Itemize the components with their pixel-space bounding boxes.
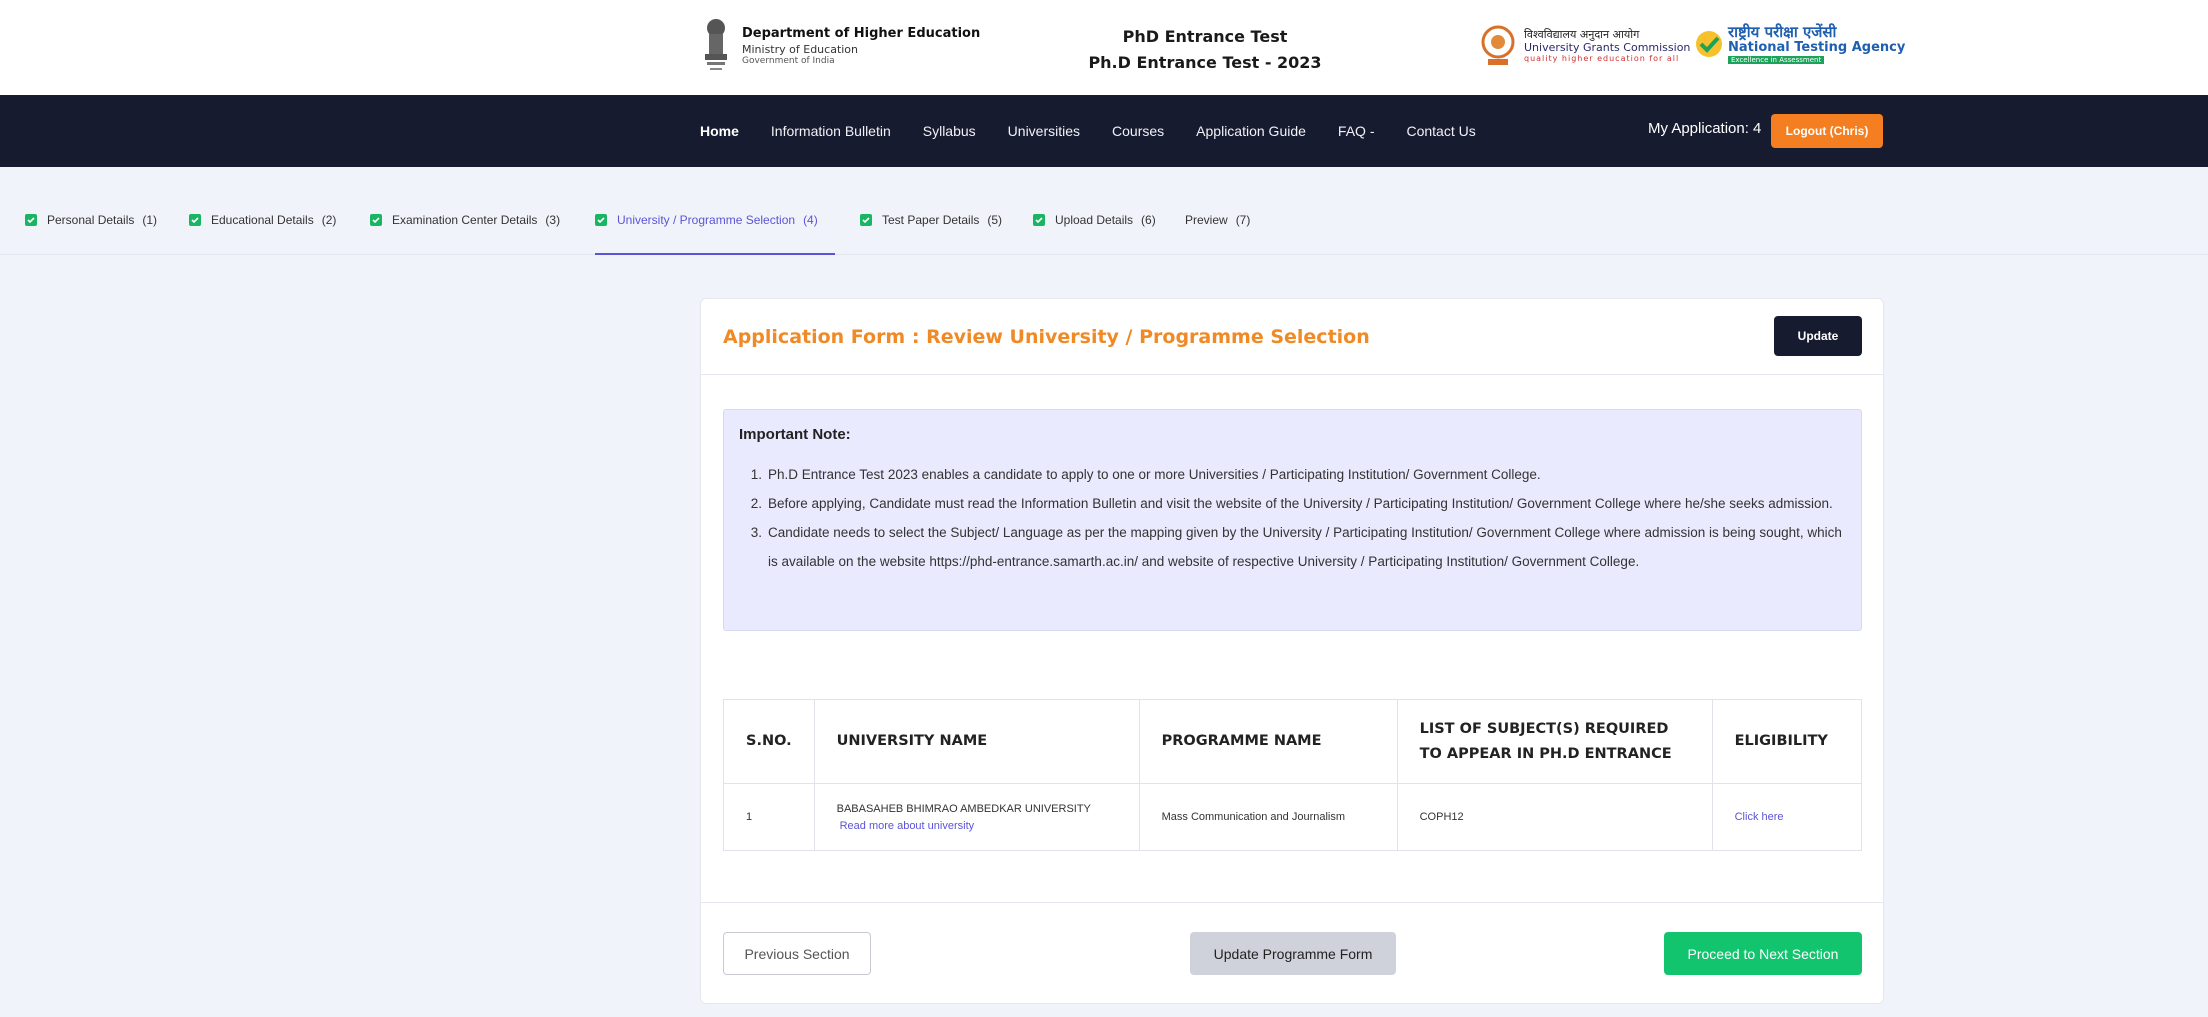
nta-branding: राष्ट्रीय परीक्षा एजेंसी National Testin…	[1694, 23, 1906, 65]
step-number: (6)	[1141, 213, 1156, 227]
nav-courses[interactable]: Courses	[1112, 123, 1164, 139]
update-programme-form-button[interactable]: Update Programme Form	[1190, 932, 1396, 975]
step-complete-check-icon	[370, 214, 382, 226]
step-label: Educational Details	[211, 213, 314, 227]
table-header-row: S.NO. UNIVERSITY NAME PROGRAMME NAME LIS…	[723, 699, 1863, 784]
main-navbar: Home Information Bulletin Syllabus Unive…	[0, 95, 2208, 167]
step-complete-check-icon	[189, 214, 201, 226]
table-row: 1 BABASAHEB BHIMRAO AMBEDKAR UNIVERSITY …	[723, 783, 1863, 851]
step-complete-check-icon	[1033, 214, 1045, 226]
step-label: Preview	[1185, 213, 1228, 227]
nta-check-logo-icon	[1696, 31, 1722, 58]
step-complete-check-icon	[25, 214, 37, 226]
nta-hindi-name: राष्ट्रीय परीक्षा एजेंसी	[1728, 23, 1837, 41]
page-title: Application Form : Review University / P…	[723, 326, 1370, 348]
card-footer-divider	[701, 902, 1883, 903]
header-university-name: UNIVERSITY NAME	[813, 699, 1140, 784]
note-title: Important Note:	[739, 426, 851, 443]
note-item: 3. Candidate needs to select the Subject/…	[739, 518, 1844, 576]
nav-information-bulletin[interactable]: Information Bulletin	[771, 123, 891, 139]
nav-syllabus[interactable]: Syllabus	[923, 123, 976, 139]
application-steps: Personal Details (1) Educational Details…	[0, 167, 2208, 255]
dhe-ministry: Ministry of Education	[742, 42, 859, 56]
university-table: S.NO. UNIVERSITY NAME PROGRAMME NAME LIS…	[723, 699, 1863, 851]
note-item-text: Before applying, Candidate must read the…	[768, 496, 1833, 511]
header-sno: S.NO.	[723, 699, 815, 784]
step-complete-check-icon	[595, 214, 607, 226]
cell-programme: Mass Communication and Journalism	[1138, 783, 1398, 851]
nav-faq-dropdown[interactable]: FAQ -	[1338, 123, 1375, 139]
national-emblem-icon	[705, 19, 727, 70]
step-number: (3)	[545, 213, 561, 227]
step-preview[interactable]: Preview (7)	[1185, 213, 1250, 255]
exam-title-line2: Ph.D Entrance Test - 2023	[1088, 53, 1322, 72]
note-item: 1. Ph.D Entrance Test 2023 enables a cand…	[739, 460, 1844, 489]
my-application-count[interactable]: My Application: 4	[1648, 120, 1761, 137]
step-label: Examination Center Details	[392, 213, 538, 227]
dhe-branding: Department of Higher Education Ministry …	[700, 18, 980, 76]
nav-home[interactable]: Home	[700, 123, 739, 139]
step-personal-details[interactable]: Personal Details (1)	[25, 213, 157, 255]
step-number: (4)	[803, 213, 818, 227]
cell-university: BABASAHEB BHIMRAO AMBEDKAR UNIVERSITY Re…	[813, 783, 1140, 851]
step-label: University / Programme Selection	[617, 213, 796, 227]
note-item-text: Ph.D Entrance Test 2023 enables a candid…	[768, 467, 1541, 482]
nta-tagline: Excellence in Assessment	[1728, 56, 1825, 65]
nav-universities[interactable]: Universities	[1008, 123, 1080, 139]
ugc-branding: विश्वविद्यालय अनुदान आयोग University Gra…	[1478, 24, 1690, 68]
step-label: Personal Details	[47, 213, 135, 227]
exam-title: PhD Entrance Test Ph.D Entrance Test - 2…	[1060, 24, 1350, 76]
ugc-tagline: quality higher education for all	[1524, 54, 1680, 64]
header-programme-name: PROGRAMME NAME	[1138, 699, 1398, 784]
important-note: Important Note: 1. Ph.D Entrance Test 202…	[723, 409, 1862, 631]
previous-section-button[interactable]: Previous Section	[723, 932, 871, 975]
header-subjects: LIST OF SUBJECT(S) REQUIRED TO APPEAR IN…	[1396, 699, 1713, 784]
step-upload-details[interactable]: Upload Details (6)	[1033, 213, 1156, 255]
header-eligibility: ELIGIBILITY	[1711, 699, 1863, 784]
cell-sno: 1	[723, 783, 815, 851]
step-number: (7)	[1235, 213, 1251, 227]
ugc-logo-icon	[1481, 25, 1515, 65]
step-university-programme-selection[interactable]: University / Programme Selection (4)	[595, 213, 835, 255]
step-number: (1)	[142, 213, 158, 227]
step-number: (2)	[321, 213, 337, 227]
note-item-text: Candidate needs to select the Subject/ L…	[768, 525, 1842, 569]
step-examination-center-details[interactable]: Examination Center Details (3)	[370, 213, 560, 255]
nav-application-guide[interactable]: Application Guide	[1196, 123, 1306, 139]
university-name: BABASAHEB BHIMRAO AMBEDKAR UNIVERSITY	[836, 802, 1091, 815]
note-item: 2. Before applying, Candidate must read t…	[739, 489, 1844, 518]
cell-subjects: COPH12	[1396, 783, 1713, 851]
step-label: Test Paper Details	[882, 213, 980, 227]
step-test-paper-details[interactable]: Test Paper Details (5)	[860, 213, 1002, 255]
step-label: Upload Details	[1055, 213, 1134, 227]
branding-header: Department of Higher Education Ministry …	[0, 0, 2208, 95]
nav-contact-us[interactable]: Contact Us	[1406, 123, 1475, 139]
logout-button[interactable]: Logout (Chris)	[1771, 114, 1883, 148]
dhe-government: Government of India	[742, 56, 835, 67]
ugc-hindi-name: विश्वविद्यालय अनुदान आयोग	[1524, 28, 1640, 42]
step-number: (5)	[987, 213, 1003, 227]
note-list: 1. Ph.D Entrance Test 2023 enables a cand…	[739, 460, 1844, 576]
read-more-link[interactable]: Read more about university	[840, 820, 1117, 832]
nta-name: National Testing Agency	[1728, 40, 1906, 56]
nav-links: Home Information Bulletin Syllabus Unive…	[700, 95, 1476, 167]
dhe-title: Department of Higher Education	[742, 26, 981, 42]
step-educational-details[interactable]: Educational Details (2)	[189, 213, 336, 255]
cell-eligibility: Click here	[1711, 783, 1863, 851]
ugc-name: University Grants Commission	[1524, 41, 1691, 55]
exam-title-line1: PhD Entrance Test	[1122, 27, 1288, 46]
card-header: Application Form : Review University / P…	[701, 299, 1883, 375]
step-complete-check-icon	[860, 214, 872, 226]
eligibility-link[interactable]: Click here	[1735, 811, 1784, 823]
update-button[interactable]: Update	[1774, 316, 1862, 356]
proceed-next-section-button[interactable]: Proceed to Next Section	[1664, 932, 1862, 975]
application-form-card: Application Form : Review University / P…	[700, 298, 1884, 1004]
